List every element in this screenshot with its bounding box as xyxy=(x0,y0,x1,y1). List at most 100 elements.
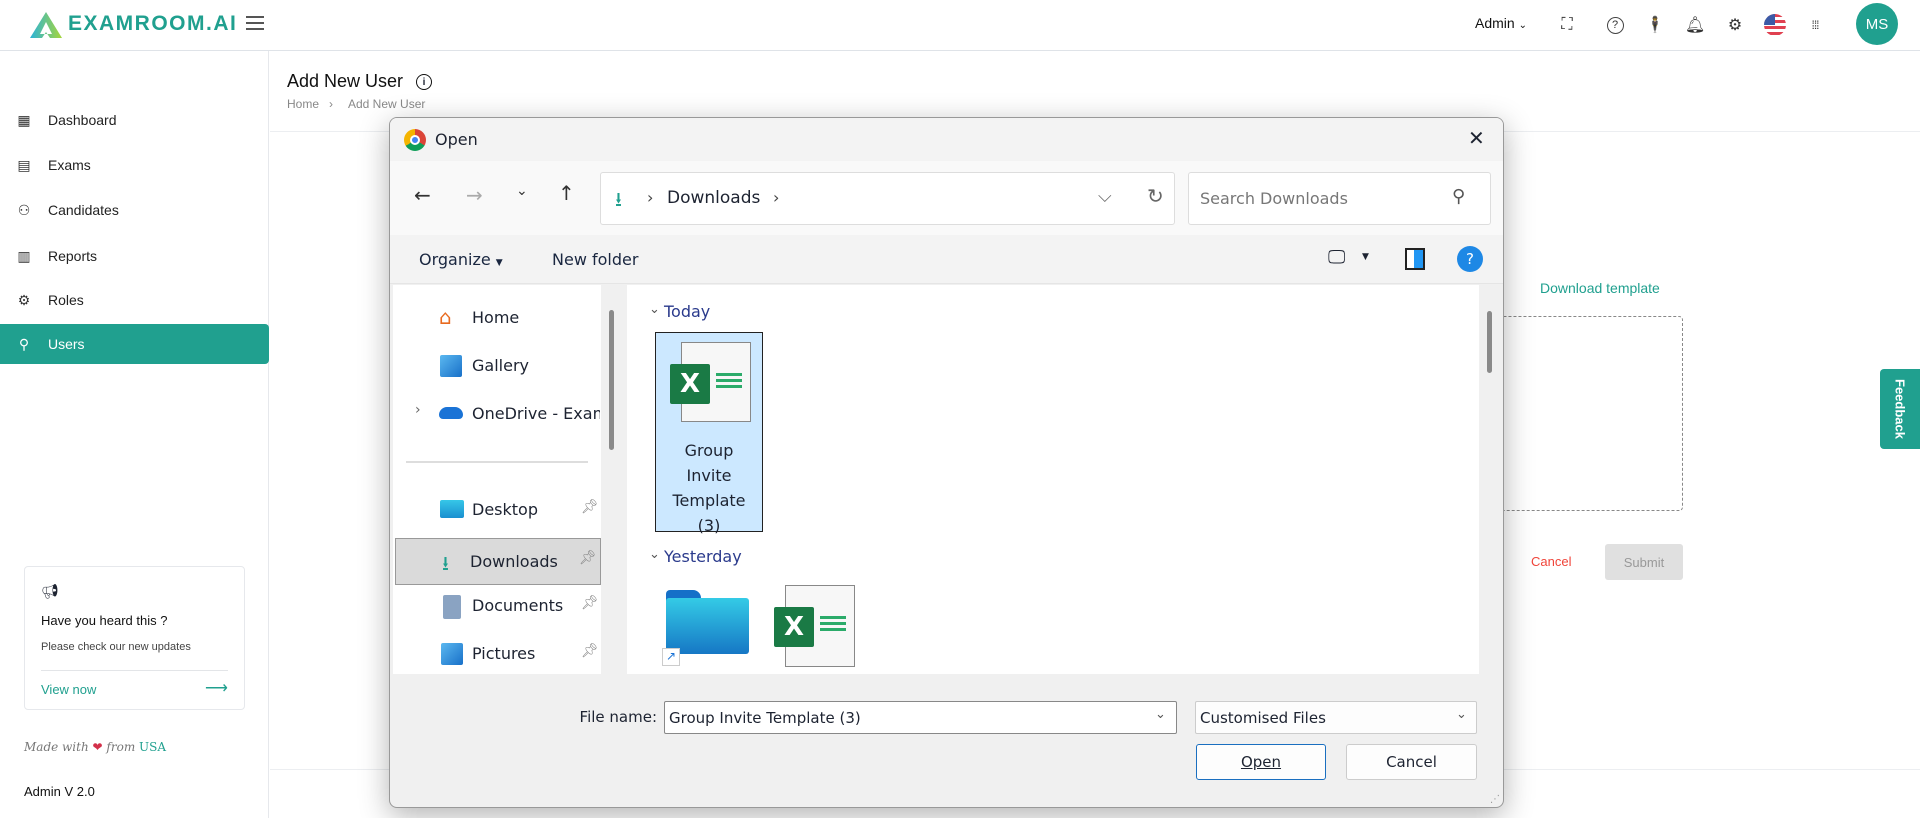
sidebar-item-label: Dashboard xyxy=(48,112,117,128)
examroom-logo-icon xyxy=(30,12,62,38)
roles-icon: ⚙ xyxy=(17,291,31,308)
card-subtitle: Please check our new updates xyxy=(41,641,191,653)
role-dropdown[interactable]: Admin ⌄ xyxy=(1475,15,1527,31)
made-with-country: USA xyxy=(139,740,167,754)
search-downloads-input[interactable]: Search Downloads ⚲ xyxy=(1188,172,1491,225)
sidebar-item-exams[interactable]: ▤ Exams xyxy=(0,145,269,185)
nav-item-gallery[interactable]: Gallery xyxy=(472,356,529,375)
feedback-tab[interactable]: Feedback xyxy=(1880,369,1920,449)
up-arrow-icon[interactable]: ↑ xyxy=(558,181,575,205)
gear-icon[interactable]: ⚙ xyxy=(1723,13,1747,37)
nav-item-onedrive[interactable]: OneDrive - Exam xyxy=(472,404,600,423)
bell-icon[interactable]: 🔔︎ xyxy=(1683,13,1707,37)
nav-item-pictures[interactable]: Pictures xyxy=(472,644,535,663)
submit-button[interactable]: Submit xyxy=(1605,544,1683,580)
address-dropdown-icon[interactable]: ⌵ xyxy=(1098,186,1112,207)
apps-grid-icon[interactable]: ⁞⁞⁞ xyxy=(1803,13,1827,37)
sidebar-item-candidates[interactable]: ⚇ Candidates xyxy=(0,190,269,230)
recent-locations-chevron-icon[interactable]: ⌄ xyxy=(516,183,528,199)
nav-item-downloads-selected[interactable]: ⭳ Downloads 📌︎ xyxy=(395,538,601,585)
path-separator-icon: › xyxy=(647,188,654,207)
expand-chevron-icon[interactable]: › xyxy=(415,402,421,418)
pin-icon[interactable]: 📌︎ xyxy=(579,550,597,566)
pin-icon[interactable]: 📌︎ xyxy=(581,595,599,611)
user-icon: ⚲ xyxy=(18,335,30,352)
sidebar-item-users[interactable]: ⚲ Users xyxy=(0,324,269,364)
shortcut-arrow-icon: ↗ xyxy=(662,648,680,666)
nav-pane-scrollbar[interactable] xyxy=(609,310,614,450)
forward-arrow-icon[interactable]: → xyxy=(466,183,483,207)
file-list-scrollbar[interactable] xyxy=(1487,311,1492,373)
sidebar-item-reports[interactable]: ▥ Reports xyxy=(0,236,269,276)
hamburger-menu-icon[interactable] xyxy=(246,16,264,30)
group-header-yesterday[interactable]: Yesterday xyxy=(664,547,742,566)
sidebar-item-label: Exams xyxy=(48,157,91,173)
sidebar-item-label: Users xyxy=(48,336,85,352)
refresh-icon[interactable]: ↻ xyxy=(1147,184,1164,208)
user-avatar[interactable]: MS xyxy=(1856,3,1898,45)
open-button[interactable]: Open xyxy=(1196,744,1326,780)
excel-file-item[interactable]: X xyxy=(774,585,855,667)
file-item-selected[interactable]: X Group Invite Template (3) xyxy=(655,332,763,535)
path-chevron-icon[interactable]: › xyxy=(773,188,779,207)
view-now-link[interactable]: View now xyxy=(41,682,96,697)
dashboard-icon: ▦ xyxy=(17,111,31,128)
new-folder-button[interactable]: New folder xyxy=(552,250,638,269)
fullscreen-icon[interactable]: ⛶ xyxy=(1555,13,1579,37)
onedrive-icon xyxy=(439,407,463,419)
address-folder[interactable]: Downloads xyxy=(667,188,760,208)
accessibility-icon[interactable]: 🕴 xyxy=(1643,13,1667,37)
nav-item-home[interactable]: Home xyxy=(472,308,519,327)
brand-name[interactable]: EXAMROOM.AI xyxy=(68,12,237,36)
info-icon[interactable]: i xyxy=(416,74,432,90)
search-placeholder: Search Downloads xyxy=(1200,189,1348,208)
feedback-label: Feedback xyxy=(1892,379,1908,439)
pin-icon[interactable]: 📌︎ xyxy=(581,499,599,515)
file-name-label: File name: xyxy=(579,708,657,726)
back-arrow-icon[interactable]: ← xyxy=(414,183,431,207)
view-caret-icon[interactable]: ▼ xyxy=(1362,252,1369,262)
dialog-toolbar: Organize ▼ New folder 🖵︎ ▼ ? xyxy=(390,235,1503,284)
address-bar[interactable]: ⭳ › Downloads › ⌵ ↻ xyxy=(600,172,1175,225)
chevron-down-icon[interactable]: ⌄ xyxy=(1155,707,1166,722)
navigation-pane: ⌂ Home Gallery › OneDrive - Exam Desktop… xyxy=(393,285,601,674)
breadcrumb-home[interactable]: Home xyxy=(287,97,319,111)
pin-icon[interactable]: 📌︎ xyxy=(581,643,599,659)
download-template-link[interactable]: Download template xyxy=(1540,280,1660,296)
view-options-icon[interactable]: 🖵︎ xyxy=(1328,247,1345,268)
file-name-line: Template xyxy=(672,491,746,510)
home-icon: ⌂ xyxy=(439,305,452,329)
preview-pane-icon[interactable] xyxy=(1405,248,1425,270)
chevron-down-icon: ⌄ xyxy=(1518,20,1527,31)
group-header-today[interactable]: Today xyxy=(664,302,710,321)
file-type-select[interactable]: Customised Files ⌄ xyxy=(1195,701,1477,734)
file-name-line: Group xyxy=(684,441,734,460)
nav-item-desktop[interactable]: Desktop xyxy=(472,500,538,519)
organize-menu[interactable]: Organize ▼ xyxy=(419,250,503,269)
help-icon[interactable]: ? xyxy=(1603,13,1627,37)
arrow-right-icon[interactable]: ⟶ xyxy=(205,678,228,698)
folder-icon xyxy=(666,598,749,654)
close-icon[interactable]: ✕ xyxy=(1468,126,1485,150)
sidebar-item-dashboard[interactable]: ▦ Dashboard xyxy=(0,100,269,140)
help-icon[interactable]: ? xyxy=(1457,246,1483,272)
sidebar-item-roles[interactable]: ⚙ Roles xyxy=(0,280,269,320)
search-icon[interactable]: ⚲ xyxy=(1452,186,1465,207)
caret-down-icon: ▼ xyxy=(495,258,503,268)
megaphone-icon: 📢︎ xyxy=(41,583,59,599)
navigation-bar: ← → ⌄ ↑ ⭳ › Downloads › ⌵ ↻ Search Downl… xyxy=(390,161,1503,235)
resize-grip-icon[interactable]: ⋰ xyxy=(1490,794,1500,805)
cancel-button[interactable]: Cancel xyxy=(1531,554,1571,569)
made-with-tagline: Made with ❤ from USA xyxy=(24,740,166,754)
folder-shortcut-item[interactable]: ↗ xyxy=(662,590,749,666)
collapse-chevron-icon[interactable]: ⌄ xyxy=(649,302,660,317)
made-with-middle: from xyxy=(106,740,136,754)
nav-item-documents[interactable]: Documents xyxy=(472,596,563,615)
us-flag-icon[interactable] xyxy=(1763,13,1787,37)
collapse-chevron-icon[interactable]: ⌄ xyxy=(649,547,660,562)
sidebar-item-label: Roles xyxy=(48,292,84,308)
role-label: Admin xyxy=(1475,15,1515,31)
updates-card: 📢︎ Have you heard this ? Please check ou… xyxy=(24,566,245,710)
dialog-cancel-button[interactable]: Cancel xyxy=(1346,744,1477,780)
file-name-input[interactable]: Group Invite Template (3) ⌄ xyxy=(664,701,1177,734)
